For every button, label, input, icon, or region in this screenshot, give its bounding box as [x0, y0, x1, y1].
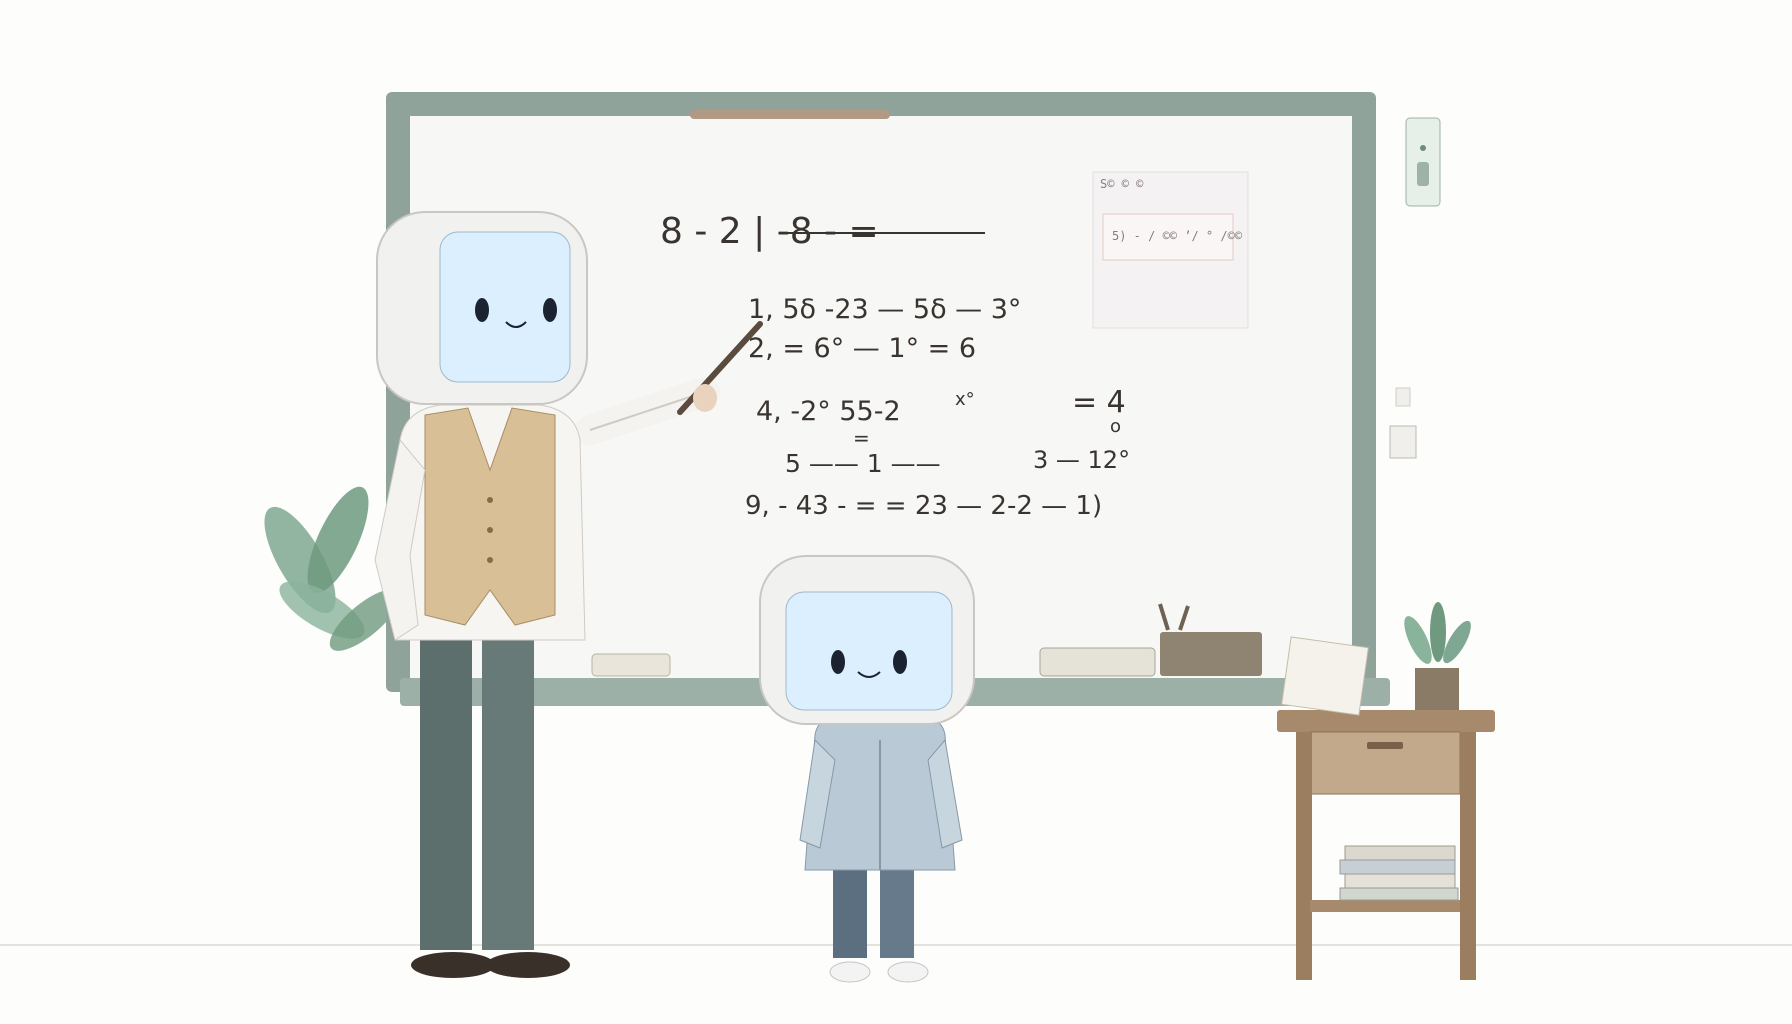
board-line: 1, 5δ -23 — 5δ — 3° [748, 294, 1021, 325]
board-line: x° [955, 389, 975, 410]
illustration: 8 - 2 | -8 - = 1, 5δ -23 — 5δ — 3° 2, = … [0, 92, 1792, 983]
note-card: S© © © 5) - / ©© ’/ ° /©© [1092, 171, 1249, 329]
board-line: 5 —— 1 —— [785, 449, 941, 478]
board-line: = 4 [1072, 385, 1126, 420]
eraser-icon [1039, 647, 1156, 677]
board-line: 2, = 6° — 1° = 6 [748, 333, 976, 364]
wall-outlet [1389, 425, 1417, 459]
board-line: 9, - 43 - = = 23 — 2-2 — 1) [745, 491, 1102, 521]
plant-pot [1415, 668, 1459, 710]
board-line: 4, -2° 55-2 [756, 396, 901, 427]
wall-switch-icon [1405, 117, 1441, 207]
note-header: S© © © [1100, 177, 1144, 191]
board-line: o [1110, 416, 1121, 437]
screen-face [785, 591, 953, 711]
student-robot-icon [759, 555, 975, 983]
note-body: 5) - / ©© ’/ ° /©© [1112, 229, 1243, 243]
eraser-icon [591, 653, 671, 677]
board-line: 3 — 12° [1033, 446, 1130, 474]
pen-clip [690, 110, 890, 119]
board-line: = [853, 426, 870, 450]
classroom-scene: 8 - 2 | -8 - = 1, 5δ -23 — 5δ — 3° 2, = … [0, 0, 1792, 1024]
pencil-holder-icon [1160, 632, 1262, 676]
board-line: 8 - 2 | -8 - = [660, 211, 879, 252]
note-stand-icon [1281, 636, 1369, 716]
side-table-icon [1277, 602, 1495, 980]
wall-outlet [1395, 387, 1411, 407]
book-stack-icon [1344, 845, 1456, 861]
